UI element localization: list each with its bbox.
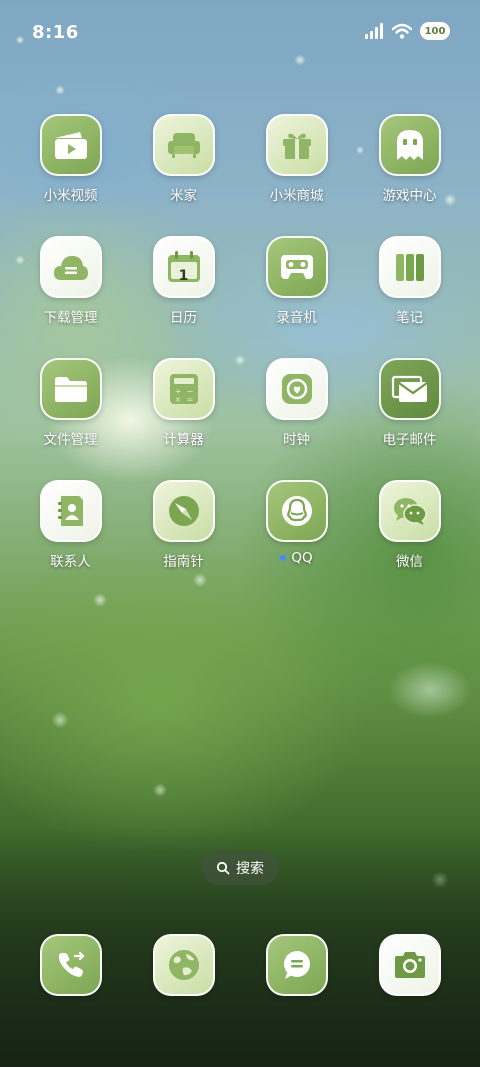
phone-icon <box>39 934 102 996</box>
status-icons: 100 <box>364 22 450 40</box>
app-recorder[interactable]: 录音机 <box>240 236 353 340</box>
browser-globe-icon <box>152 934 215 996</box>
dock <box>14 934 466 998</box>
app-email[interactable]: 电子邮件 <box>353 358 466 462</box>
app-label: 小米商城 <box>269 188 324 204</box>
new-indicator-dot <box>280 555 287 561</box>
ghost-icon <box>378 114 441 176</box>
app-clock[interactable]: 时钟 <box>240 358 353 462</box>
camera-icon <box>378 934 441 996</box>
notes-icon <box>378 236 441 298</box>
app-wechat[interactable]: 微信 <box>353 480 466 584</box>
app-game-center[interactable]: 游戏中心 <box>353 114 466 218</box>
app-grid: 小米视频 米家 小米商城 游戏中心 下载管理 1 日历 录音机 笔记 文件管理 … <box>14 114 466 584</box>
app-label: 时钟 <box>283 432 310 448</box>
clock-icon <box>265 358 328 420</box>
compass-icon <box>152 480 215 542</box>
app-label-text: QQ <box>291 550 313 566</box>
app-label: 联系人 <box>50 554 91 570</box>
wifi-icon <box>392 23 412 39</box>
calendar-icon: 1 <box>152 236 215 298</box>
calendar-date: 1 <box>178 268 189 284</box>
app-calendar[interactable]: 1 日历 <box>127 236 240 340</box>
dock-messages[interactable] <box>240 934 353 998</box>
video-icon <box>39 114 102 176</box>
signal-icon <box>364 23 384 39</box>
folder-icon <box>39 358 102 420</box>
sofa-icon <box>152 114 215 176</box>
app-label: 微信 <box>396 554 423 570</box>
app-label: 文件管理 <box>43 432 98 448</box>
svg-text:=: = <box>186 395 193 404</box>
app-download-manager[interactable]: 下载管理 <box>14 236 127 340</box>
wechat-icon <box>378 480 441 542</box>
app-mijia[interactable]: 米家 <box>127 114 240 218</box>
status-time: 8:16 <box>32 22 79 43</box>
search-label: 搜索 <box>236 861 264 877</box>
app-file-manager[interactable]: 文件管理 <box>14 358 127 462</box>
app-label: 小米视频 <box>43 188 98 204</box>
app-label: 录音机 <box>276 310 317 326</box>
app-qq[interactable]: QQ <box>240 480 353 584</box>
search-icon <box>216 861 230 875</box>
app-notes[interactable]: 笔记 <box>353 236 466 340</box>
app-label: QQ <box>280 550 313 566</box>
gift-icon <box>265 114 328 176</box>
cassette-icon <box>265 236 328 298</box>
app-label: 指南针 <box>163 554 204 570</box>
app-label: 计算器 <box>163 432 204 448</box>
app-label: 笔记 <box>396 310 423 326</box>
app-label: 米家 <box>170 188 197 204</box>
battery-icon: 100 <box>420 22 450 40</box>
qq-penguin-icon <box>265 480 328 542</box>
download-cloud-icon <box>39 236 102 298</box>
app-label: 游戏中心 <box>382 188 437 204</box>
app-xiaomi-store[interactable]: 小米商城 <box>240 114 353 218</box>
app-calculator[interactable]: + − × = 计算器 <box>127 358 240 462</box>
dock-camera[interactable] <box>353 934 466 998</box>
app-label: 日历 <box>170 310 197 326</box>
search-button[interactable]: 搜索 <box>202 851 278 885</box>
app-label: 电子邮件 <box>382 432 437 448</box>
dock-browser[interactable] <box>127 934 240 998</box>
contacts-icon <box>39 480 102 542</box>
app-label: 下载管理 <box>43 310 98 326</box>
status-bar: 8:16 100 <box>0 0 480 64</box>
calculator-icon: + − × = <box>152 358 215 420</box>
dock-phone[interactable] <box>14 934 127 998</box>
svg-text:×: × <box>174 395 181 404</box>
app-xiaomi-video[interactable]: 小米视频 <box>14 114 127 218</box>
app-contacts[interactable]: 联系人 <box>14 480 127 584</box>
app-compass[interactable]: 指南针 <box>127 480 240 584</box>
messages-icon <box>265 934 328 996</box>
mail-icon <box>378 358 441 420</box>
